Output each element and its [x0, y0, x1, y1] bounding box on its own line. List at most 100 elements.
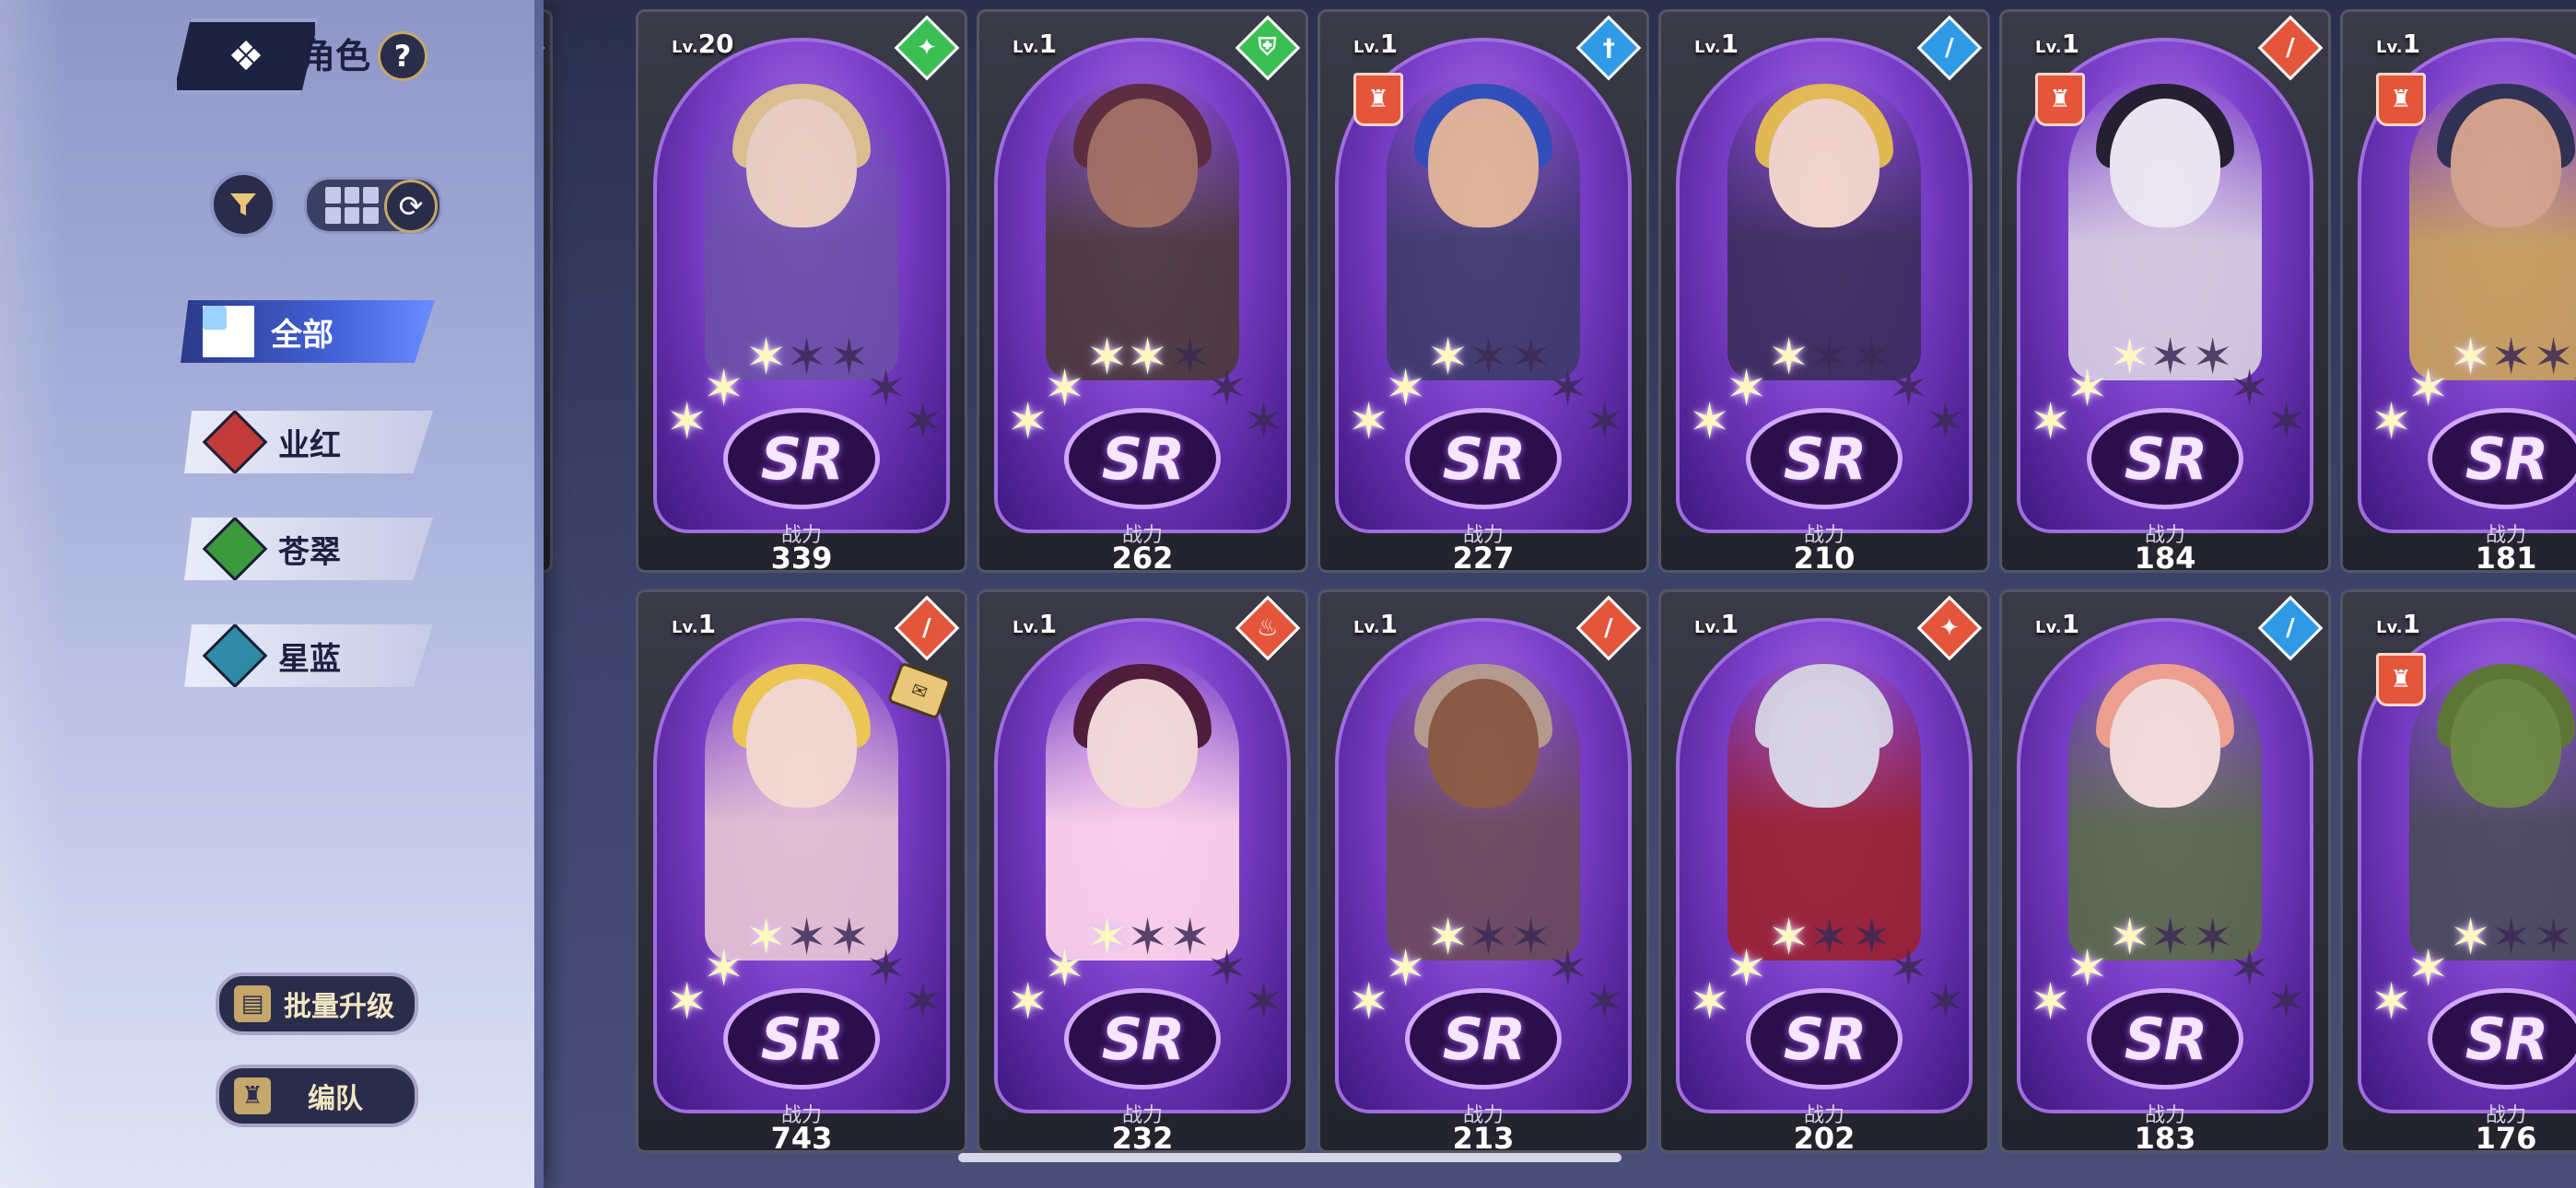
- character-card[interactable]: Lv.1 ∕ ✶ ✶ ✶ ✶ ✶ ✶ ✶ SR 战力 183: [1999, 589, 2331, 1153]
- star-icon: ✶: [1007, 392, 1049, 450]
- star-icon: ✶: [1348, 973, 1390, 1031]
- faction-crest-icon: ♜: [2035, 73, 2085, 126]
- star-icon: ✶: [1510, 908, 1552, 966]
- star-icon: ✶: [1086, 328, 1129, 386]
- star-icon: ✶: [2266, 973, 2308, 1031]
- star-icon: ✶: [2490, 908, 2533, 966]
- character-card[interactable]: Lv.1 ∕ ♜ ✶ ✶ ✶ ✶ ✶ ✶ ✶ SR 战力 184: [1999, 9, 2331, 573]
- class-icon: ✦: [1916, 595, 1983, 661]
- batch-upgrade-button[interactable]: ▤ 批量升级: [216, 973, 418, 1035]
- star-icon: ✶: [1007, 973, 1049, 1031]
- star-icon: ✶: [1243, 392, 1285, 450]
- page-title: 角色: [300, 36, 371, 76]
- star-icon: ✶: [1348, 392, 1390, 450]
- star-icon: ✶: [2149, 328, 2192, 386]
- star-icon: ✶: [1468, 908, 1510, 966]
- star-icon: ✶: [786, 328, 828, 386]
- character-card[interactable]: Lv.20 ✦ ✶ ✶ ✶ ✶ ✶ ✶ ✶ SR 战力 339: [636, 9, 967, 573]
- star-icon: ✶: [1510, 328, 1552, 386]
- filter-tab-red[interactable]: 业红: [184, 411, 433, 473]
- view-toggle[interactable]: ⟳: [304, 177, 442, 234]
- star-icon: ✶: [2450, 908, 2492, 966]
- filter-button[interactable]: [210, 171, 276, 238]
- sidebar: ❖ 角色 ? ⟳ 全部业红苍翠星蓝 ▤ 批量升级 ♜ 编队: [0, 0, 544, 1188]
- star-icon: ✶: [2371, 392, 2413, 450]
- star-icon: ✶: [1206, 359, 1248, 417]
- star-icon: ✶: [1044, 359, 1086, 417]
- level-label: Lv.1: [1353, 609, 1399, 639]
- star-icon: ✶: [1726, 359, 1768, 417]
- class-icon: ✦: [894, 15, 960, 81]
- power-value: 183: [2134, 1121, 2196, 1153]
- star-icon: ✶: [703, 939, 745, 997]
- star-icon: ✶: [703, 359, 745, 417]
- star-icon: ✶: [1427, 328, 1469, 386]
- back-button[interactable]: ❖: [173, 18, 319, 94]
- character-card[interactable]: Lv.1 † ♜ ✶ ✶ ✶ ✶ ✶ ✶ ✶ SR 战力 227: [1317, 9, 1649, 573]
- star-icon: ✶: [666, 392, 708, 450]
- star-icon: ✶: [2570, 944, 2576, 994]
- formation-button[interactable]: ♜ 编队: [216, 1065, 418, 1127]
- level-label: Lv.1: [1013, 29, 1058, 59]
- star-icon: ✶: [1851, 908, 1893, 966]
- star-icon: ✶: [2192, 908, 2234, 966]
- level-label: Lv.1: [672, 609, 717, 639]
- character-card[interactable]: Lv.1 ⛨ ✶ ✶ ✶ ✶ ✶ ✶ ✶ SR 战力 262: [977, 9, 1308, 573]
- star-icon: ✶: [865, 939, 907, 997]
- power-value: 184: [2134, 541, 2196, 573]
- star-icon: ✶: [1547, 359, 1589, 417]
- class-icon: ∕: [894, 595, 960, 661]
- star-icon: ✶: [902, 392, 944, 450]
- help-button[interactable]: ?: [378, 31, 427, 81]
- cards-icon: ▤: [234, 985, 271, 1022]
- star-icon: ✶: [1689, 973, 1731, 1031]
- star-icon: ✶: [2067, 939, 2109, 997]
- rarity-badge: SR: [2428, 408, 2576, 509]
- character-card[interactable]: Lv.1 ∕ ✶ ✶ ✶ ✶ ✶ ✶ ✶ SR 战力 213: [1317, 589, 1649, 1153]
- star-icon: ✶: [2407, 359, 2450, 417]
- character-card[interactable]: Lv.1 ♨ ✶ ✶ ✶ ✶ ✶ ✶ ✶ SR 战力 232: [977, 589, 1308, 1153]
- star-icon: ✶: [2229, 359, 2271, 417]
- character-card[interactable]: Lv.1 ∕ ✶ ✶ ✶ ✶ ✶ ✶ ✶ SR 战力 210: [1658, 9, 1990, 573]
- star-icon: ✶: [1468, 328, 1510, 386]
- star-icon: ✶: [786, 908, 828, 966]
- rarity-badge: SR: [1405, 408, 1562, 509]
- level-label: Lv.1: [2376, 29, 2421, 59]
- filter-tab-label: 业红: [278, 426, 341, 464]
- formation-icon: ♜: [234, 1077, 271, 1114]
- filter-tab-green[interactable]: 苍翠: [184, 518, 433, 580]
- filter-tab-label: 全部: [271, 316, 334, 354]
- character-card[interactable]: Lv.1 ✦ ✶ ✶ ✶ ✶ ✶ ✶ ✶ SR 战力 202: [1658, 589, 1990, 1153]
- star-icon: ✶: [2149, 908, 2192, 966]
- grid-view-icon[interactable]: [325, 187, 379, 224]
- star-icon: ✶: [1169, 908, 1212, 966]
- rarity-badge: SR: [2087, 408, 2243, 509]
- filter-tab-all[interactable]: 全部: [181, 300, 435, 363]
- class-icon: ∕: [2257, 15, 2324, 81]
- rarity-badge: SR: [1746, 988, 1903, 1089]
- star-icon: ✶: [1768, 328, 1810, 386]
- star-icon: ✶: [1385, 939, 1427, 997]
- star-icon: ✶: [2266, 392, 2308, 450]
- character-card[interactable]: Lv.1 ∕ ✉ ✶ ✶ ✶ ✶ ✶ ✶ ✶ SR 战力 743: [636, 589, 967, 1153]
- filter-tab-blue[interactable]: 星蓝: [184, 624, 433, 687]
- star-icon: ✶: [1851, 328, 1893, 386]
- character-card[interactable]: Lv.1✚♜✶✶✶✶✶✶✶SR战力176: [2340, 589, 2576, 1153]
- star-icon: ✶: [1206, 939, 1248, 997]
- star-icon: ✶: [2371, 973, 2413, 1031]
- level-label: Lv.1: [1013, 609, 1058, 639]
- character-card[interactable]: Lv.1✚♜✶✶✶✶✶✶✶SR战力181: [2340, 9, 2576, 573]
- star-icon: ✶: [1809, 908, 1851, 966]
- class-icon: ⛨: [1235, 15, 1301, 81]
- refresh-icon[interactable]: ⟳: [384, 180, 438, 233]
- star-icon: ✶: [828, 328, 871, 386]
- star-icon: ✶: [2109, 328, 2151, 386]
- blue-element-icon: [202, 624, 268, 687]
- level-label: Lv.1: [1694, 609, 1739, 639]
- star-icon: ✶: [2490, 328, 2533, 386]
- star-icon: ✶: [1689, 392, 1731, 450]
- level-label: Lv.1: [2376, 609, 2421, 639]
- rarity-badge: SR: [1064, 408, 1221, 509]
- funnel-icon: [230, 193, 256, 215]
- class-icon: ∕: [2257, 595, 2324, 661]
